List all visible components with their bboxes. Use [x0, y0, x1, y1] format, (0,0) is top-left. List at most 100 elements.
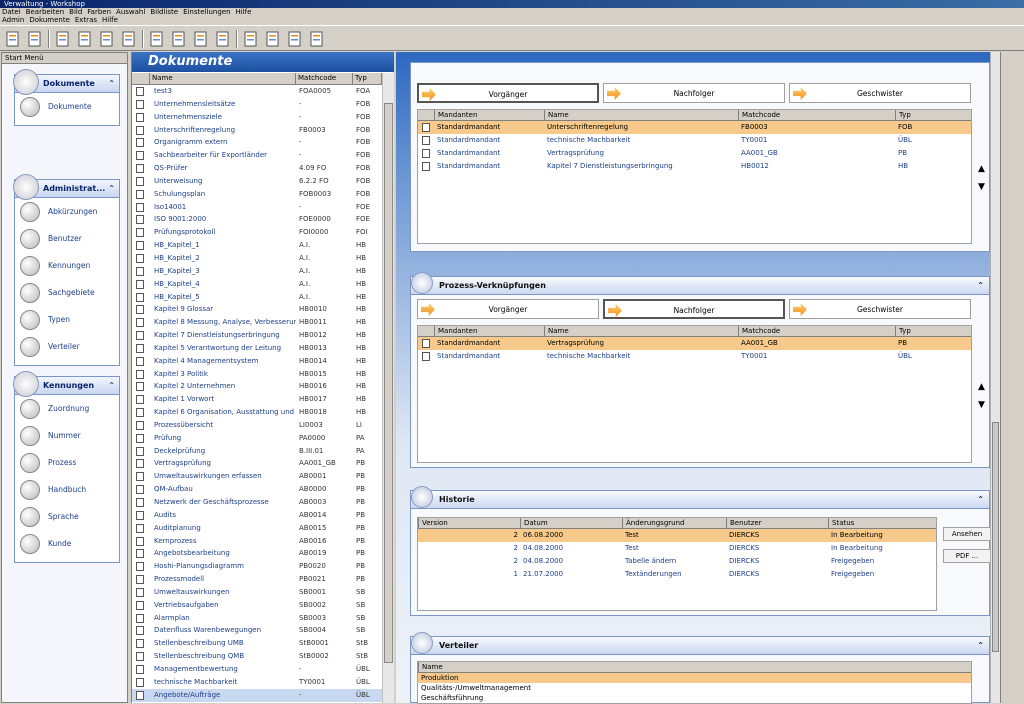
nav-button-geschwister[interactable]: Geschwister: [789, 83, 971, 103]
tools-icon[interactable]: [170, 30, 188, 48]
table-row[interactable]: Standardmandant Vertragsprüfung AA001_GB PB: [418, 337, 971, 350]
nav-button-nachfolger[interactable]: Nachfolger: [603, 299, 785, 319]
collapse-icon[interactable]: ⌃: [108, 75, 115, 93]
move-up-button[interactable]: ▲: [978, 161, 985, 177]
print-icon[interactable]: [242, 30, 260, 48]
documents-scrollbar[interactable]: [382, 73, 394, 703]
nav-button-vorg-nger[interactable]: Vorgänger: [417, 83, 599, 103]
doc-icon[interactable]: [286, 30, 304, 48]
table-row[interactable]: Produktion: [418, 673, 971, 683]
table-row[interactable]: Hoshi-Planungsdiagramm PB0020 PB: [132, 560, 382, 573]
menu-farben[interactable]: Farben: [87, 8, 111, 16]
link-icon[interactable]: [192, 30, 210, 48]
table-row[interactable]: HB_Kapitel_2 A.I. HB: [132, 252, 382, 265]
table-row[interactable]: Kapitel 6 Organisation, Ausstattung und …: [132, 406, 382, 419]
column-header[interactable]: Status: [828, 518, 938, 529]
table-row[interactable]: Kernprozess AB0016 PB: [132, 535, 382, 548]
menu-item-kennungen[interactable]: Kennungen: [15, 252, 119, 279]
table-row[interactable]: Kapitel 7 Dienstleistungserbringung HB001…: [132, 329, 382, 342]
table-row[interactable]: Unternehmensleitsätze - FOB: [132, 98, 382, 111]
column-header[interactable]: Änderungsgrund: [622, 518, 726, 529]
group-header[interactable]: Administrat... ⌃: [13, 174, 119, 200]
table-row[interactable]: Netzwerk der Geschäftsprozesse AB0003 PB: [132, 496, 382, 509]
menu-bild[interactable]: Bild: [69, 8, 82, 16]
menu-item-zuordnung[interactable]: Zuordnung: [15, 395, 119, 422]
table-row[interactable]: Umweltauswirkungen erfassen AB0001 PB: [132, 470, 382, 483]
column-header[interactable]: Benutzer: [726, 518, 828, 529]
table-row[interactable]: Organigramm extern - FOB: [132, 136, 382, 149]
menu-item-dokumente[interactable]: Dokumente: [15, 93, 119, 120]
table-row[interactable]: technische Machbarkeit TY0001 ÜBL: [132, 676, 382, 689]
view-button[interactable]: Ansehen: [943, 527, 991, 541]
table-row[interactable]: Angebotsbearbeitung AB0019 PB: [132, 547, 382, 560]
table-row[interactable]: Schulungsplan FOB0003 FOB: [132, 188, 382, 201]
table-row[interactable]: HB_Kapitel_4 A.I. HB: [132, 278, 382, 291]
table-row[interactable]: Vertriebsaufgaben SB0002 SB: [132, 599, 382, 612]
column-header[interactable]: Matchcode: [738, 326, 895, 337]
menu-item-typen[interactable]: Typen: [15, 306, 119, 333]
pdf-button[interactable]: PDF ...: [943, 549, 991, 563]
column-header[interactable]: Name: [418, 662, 973, 673]
table-row[interactable]: 2 06.08.2000 Test DIERCKS In Bearbeitung: [418, 529, 936, 542]
menu-item-abk-rzungen[interactable]: Abkürzungen: [15, 198, 119, 225]
menu-auswahl[interactable]: Auswahl: [116, 8, 145, 16]
column-name[interactable]: Name: [150, 73, 296, 85]
column-header[interactable]: Version: [418, 518, 520, 529]
move-down-button[interactable]: ▼: [978, 397, 985, 413]
table-row[interactable]: Unterschriftenregelung FB0003 FOB: [132, 124, 382, 137]
menu-item-handbuch[interactable]: Handbuch: [15, 476, 119, 503]
table-row[interactable]: Standardmandant Vertragsprüfung AA001_GB PB: [418, 147, 971, 160]
table-row[interactable]: Umweltauswirkungen SB0001 SB: [132, 586, 382, 599]
table-row[interactable]: Standardmandant technische Machbarkeit TY0…: [418, 350, 971, 363]
table-row[interactable]: 1 21.07.2000 Textänderungen DIERCKS Freigege…: [418, 568, 936, 581]
collapse-icon[interactable]: ⌃: [108, 180, 115, 198]
open-icon[interactable]: [4, 30, 22, 48]
menu-item-verteiler[interactable]: Verteiler: [15, 333, 119, 360]
nav-button-geschwister[interactable]: Geschwister: [789, 299, 971, 319]
menu-dokumente[interactable]: Dokumente: [29, 16, 70, 24]
detail-scrollbar[interactable]: [990, 52, 1000, 703]
menu-item-benutzer[interactable]: Benutzer: [15, 225, 119, 252]
history-header[interactable]: Historie ⌃: [411, 486, 989, 509]
paste-icon[interactable]: [120, 30, 138, 48]
table-row[interactable]: Unterweisung 6.2.2 FO FOB: [132, 175, 382, 188]
filter-icon[interactable]: [148, 30, 166, 48]
collapse-icon[interactable]: ⌃: [977, 637, 984, 655]
table-row[interactable]: Kapitel 2 Unternehmen HB0016 HB: [132, 380, 382, 393]
menu-hilfe[interactable]: Hilfe: [102, 16, 118, 24]
collapse-icon[interactable]: ⌃: [977, 491, 984, 509]
table-row[interactable]: Stellenbeschreibung QMB StB0002 StB: [132, 650, 382, 663]
table-row[interactable]: Kapitel 5 Verantwortung der Leitung HB001…: [132, 342, 382, 355]
process-header[interactable]: Prozess-Verknüpfungen ⌃: [411, 272, 989, 295]
table-row[interactable]: ISO 9001:2000 FOE0000 FOE: [132, 213, 382, 226]
table-row[interactable]: Kapitel 4 Managementsystem HB0014 HB: [132, 355, 382, 368]
table-row[interactable]: Iso14001 - FOE: [132, 201, 382, 214]
folder-icon[interactable]: [26, 30, 44, 48]
table-row[interactable]: HB_Kapitel_1 A.I. HB: [132, 239, 382, 252]
group-header[interactable]: Dokumente ⌃: [13, 69, 119, 95]
table-row[interactable]: Auditplanung AB0015 PB: [132, 522, 382, 535]
column-typ[interactable]: Typ: [353, 73, 382, 85]
table-row[interactable]: Alarmplan SB0003 SB: [132, 612, 382, 625]
menu-hilfe[interactable]: Hilfe: [236, 8, 252, 16]
export-icon[interactable]: [214, 30, 232, 48]
menu-item-sprache[interactable]: Sprache: [15, 503, 119, 530]
table-row[interactable]: Kapitel 8 Messung, Analyse, Verbesserung…: [132, 316, 382, 329]
help-icon[interactable]: [308, 30, 326, 48]
new-icon[interactable]: [54, 30, 72, 48]
column-header[interactable]: Matchcode: [738, 110, 895, 121]
table-row[interactable]: 2 04.08.2000 Test DIERCKS In Bearbeitung: [418, 542, 936, 555]
table-row[interactable]: Standardmandant Unterschriftenregelung FB0…: [418, 121, 971, 134]
cut-icon[interactable]: [98, 30, 116, 48]
menu-item-sachgebiete[interactable]: Sachgebiete: [15, 279, 119, 306]
menu-bildliste[interactable]: Bildliste: [150, 8, 178, 16]
table-row[interactable]: Sachbearbeiter für Exportländer - FOB: [132, 149, 382, 162]
collapse-icon[interactable]: ⌃: [108, 377, 115, 395]
column-header[interactable]: Name: [544, 110, 738, 121]
menu-bearbeiten[interactable]: Bearbeiten: [26, 8, 64, 16]
table-row[interactable]: Geschäftsführung: [418, 693, 971, 703]
table-row[interactable]: Prozessübersicht LI0003 LI: [132, 419, 382, 432]
move-up-button[interactable]: ▲: [978, 379, 985, 395]
table-row[interactable]: HB_Kapitel_3 A.I. HB: [132, 265, 382, 278]
column-header[interactable]: Name: [544, 326, 738, 337]
